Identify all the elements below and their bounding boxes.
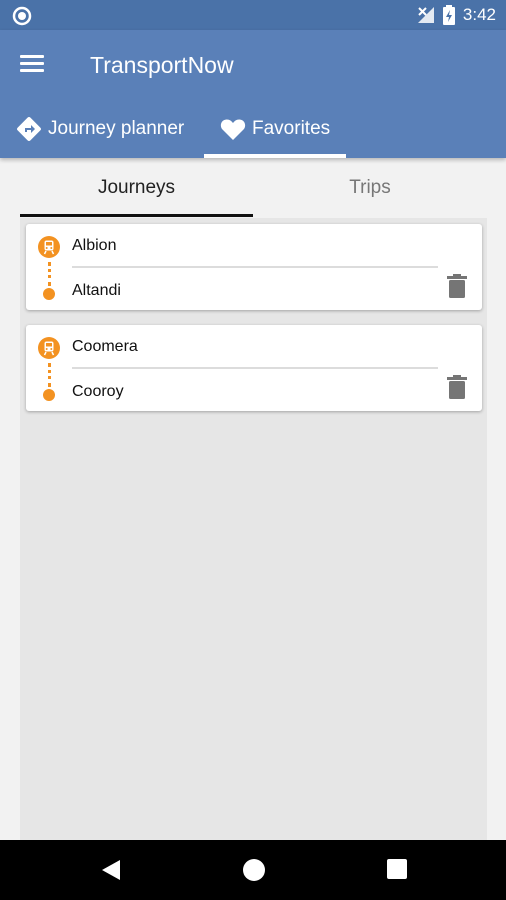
journey-card[interactable]: Albion Altandi bbox=[26, 224, 482, 310]
heart-icon bbox=[220, 119, 246, 140]
journey-to: Cooroy bbox=[72, 383, 124, 400]
menu-icon-line bbox=[20, 69, 44, 72]
journey-list: Albion Altandi Coomera Cooroy bbox=[20, 218, 487, 840]
journey-from: Albion bbox=[72, 237, 117, 254]
tab-favorites[interactable]: Favorites bbox=[204, 100, 346, 158]
sub-tabs: Journeys Trips bbox=[20, 158, 487, 218]
system-nav-bar bbox=[0, 840, 506, 900]
notification-circle-icon bbox=[12, 6, 32, 26]
journey-divider bbox=[72, 367, 438, 369]
journey-card[interactable]: Coomera Cooroy bbox=[26, 325, 482, 411]
app-title: TransportNow bbox=[90, 52, 234, 78]
delete-icon[interactable] bbox=[446, 375, 468, 399]
status-bar: 3:42 bbox=[0, 0, 506, 30]
destination-dot-icon bbox=[43, 389, 55, 401]
menu-icon bbox=[20, 55, 44, 58]
app-bar: TransportNow Journey planner Favorites bbox=[0, 30, 506, 158]
no-signal-icon bbox=[417, 7, 434, 23]
status-time: 3:42 bbox=[462, 5, 496, 24]
directions-icon bbox=[17, 117, 41, 141]
journey-divider bbox=[72, 266, 438, 268]
home-icon[interactable] bbox=[242, 858, 266, 882]
tab-journey-planner-label: Journey planner bbox=[48, 118, 185, 139]
subtab-indicator bbox=[20, 214, 253, 217]
route-dots bbox=[48, 262, 51, 286]
train-icon bbox=[38, 337, 60, 359]
subtab-trips[interactable]: Trips bbox=[253, 158, 487, 218]
journey-to: Altandi bbox=[72, 282, 121, 299]
delete-icon[interactable] bbox=[446, 274, 468, 298]
menu-icon-line bbox=[20, 62, 44, 65]
tab-journey-planner[interactable]: Journey planner bbox=[16, 100, 198, 158]
battery-charging-icon bbox=[442, 5, 455, 25]
train-icon bbox=[38, 236, 60, 258]
journey-from: Coomera bbox=[72, 338, 138, 355]
recents-icon[interactable] bbox=[386, 858, 408, 880]
back-icon[interactable] bbox=[100, 858, 122, 882]
menu-button[interactable] bbox=[20, 52, 50, 78]
destination-dot-icon bbox=[43, 288, 55, 300]
subtab-journeys[interactable]: Journeys bbox=[20, 158, 253, 218]
route-dots bbox=[48, 363, 51, 387]
tab-favorites-label: Favorites bbox=[252, 118, 331, 139]
